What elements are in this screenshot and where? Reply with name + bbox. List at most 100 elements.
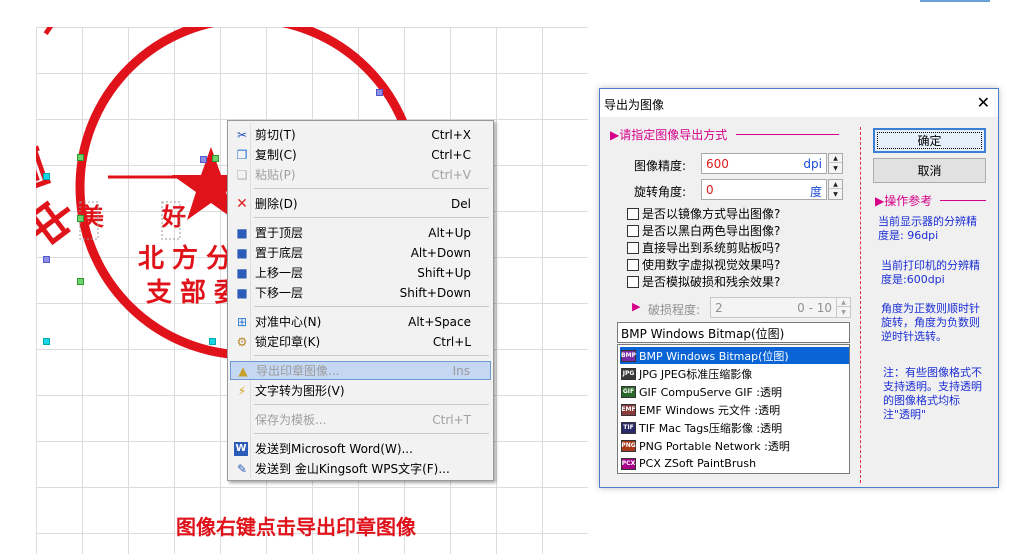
menu-item-move-up[interactable]: ■ 上移一层 Shift+Up bbox=[230, 263, 491, 282]
ok-button-label: 确定 bbox=[917, 134, 942, 148]
rotation-spinner[interactable]: ▲ ▼ bbox=[828, 179, 843, 200]
menu-item-send-to-word[interactable]: W 发送到Microsoft Word(W)... bbox=[230, 439, 491, 458]
format-select[interactable]: BMP Windows Bitmap(位图) bbox=[617, 322, 850, 343]
selection-handle[interactable] bbox=[43, 173, 50, 180]
screen: 中国共产主义青年 美好 北方分 支部委 图像右键点击导出印章图像 ✂ 剪切(T)… bbox=[0, 0, 1017, 554]
menu-item-save-template[interactable]: 保存为模板... Ctrl+T bbox=[230, 410, 491, 429]
menu-item-label: 删除(D) bbox=[255, 197, 298, 211]
format-option-label: TIF Mac Tags压缩影像 :透明 bbox=[639, 421, 783, 435]
spinner-up-icon[interactable]: ▲ bbox=[837, 298, 850, 307]
rotation-input[interactable]: 0 度 bbox=[701, 179, 827, 200]
spinner-up-icon[interactable]: ▲ bbox=[829, 154, 842, 163]
pcx-file-icon: PCX bbox=[621, 457, 636, 470]
format-option-pcx[interactable]: PCX PCX ZSoft PaintBrush bbox=[620, 455, 849, 472]
checkbox-box[interactable] bbox=[627, 258, 639, 271]
menu-separator bbox=[254, 306, 489, 307]
selection-handle[interactable] bbox=[209, 338, 216, 345]
format-option-png[interactable]: PNG PNG Portable Network :透明 bbox=[620, 437, 849, 454]
menu-item-align-center[interactable]: ⊞ 对准中心(N) Alt+Space bbox=[230, 312, 491, 331]
menu-item-label: 粘贴(P) bbox=[255, 168, 296, 182]
menu-item-label: 锁定印章(K) bbox=[255, 335, 321, 349]
gif-file-icon: GIF bbox=[621, 385, 636, 398]
format-option-bmp[interactable]: BMP BMP Windows Bitmap(位图) bbox=[620, 347, 849, 364]
close-icon[interactable]: ✕ bbox=[977, 93, 990, 112]
checkbox-clipboard[interactable]: 直接导出到系统剪贴板吗? bbox=[627, 239, 780, 256]
precision-spinner[interactable]: ▲ ▼ bbox=[828, 153, 843, 174]
menu-item-send-to-wps[interactable]: ✎ 发送到 金山Kingsoft WPS文字(F)... bbox=[230, 459, 491, 478]
screen-resolution-note: 当前显示器的分辨精度是: 96dpi bbox=[878, 215, 977, 242]
section-heading-reference: ▶操作参考 bbox=[875, 194, 933, 208]
selection-handle[interactable] bbox=[77, 154, 84, 161]
format-option-label: JPG JPEG标准压缩影像 bbox=[639, 367, 753, 381]
checkbox-mirror[interactable]: 是否以镜像方式导出图像? bbox=[627, 205, 780, 222]
spinner-down-icon[interactable]: ▼ bbox=[837, 308, 850, 317]
menu-item-delete[interactable]: ✕ 删除(D) Del bbox=[230, 194, 491, 213]
move-down-icon: ■ bbox=[236, 285, 248, 300]
format-option-label: GIF CompuServe GIF :透明 bbox=[639, 385, 783, 399]
selection-handle[interactable] bbox=[200, 156, 207, 163]
checkbox-box[interactable] bbox=[627, 275, 639, 288]
selection-handle[interactable] bbox=[43, 338, 50, 345]
format-option-tif[interactable]: TIF TIF Mac Tags压缩影像 :透明 bbox=[620, 419, 849, 436]
checkbox-virtual-effect[interactable]: 使用数字虚拟视觉效果吗? bbox=[627, 256, 780, 273]
jpg-file-icon: JPG bbox=[621, 367, 636, 380]
menu-item-lock-stamp[interactable]: ⚙ 锁定印章(K) Ctrl+L bbox=[230, 332, 491, 351]
text-to-shape-icon: ⚡ bbox=[237, 383, 247, 398]
menu-item-label: 上移一层 bbox=[255, 266, 304, 280]
menu-item-label: 导出印章图像... bbox=[256, 364, 340, 378]
selection-handle[interactable] bbox=[43, 256, 50, 263]
menu-item-bring-to-front[interactable]: ■ 置于顶层 Alt+Up bbox=[230, 223, 491, 242]
menu-item-label: 文字转为图形(V) bbox=[255, 384, 345, 398]
menu-item-paste[interactable]: ❏ 粘贴(P) Ctrl+V bbox=[230, 165, 491, 184]
menu-item-export-image[interactable]: ▲ 导出印章图像... Ins bbox=[230, 361, 491, 380]
checkbox-box[interactable] bbox=[627, 207, 639, 220]
format-option-label: PCX ZSoft PaintBrush bbox=[639, 457, 757, 470]
checkbox-box[interactable] bbox=[627, 224, 639, 237]
menu-item-shortcut: Ctrl+X bbox=[431, 127, 471, 142]
selection-handle[interactable] bbox=[376, 89, 383, 96]
selection-handle[interactable] bbox=[77, 278, 84, 285]
selection-handle[interactable] bbox=[212, 155, 219, 162]
format-option-label: EMF Windows 元文件 :透明 bbox=[639, 403, 781, 417]
format-select-value: BMP Windows Bitmap(位图) bbox=[621, 327, 785, 341]
ok-button[interactable]: 确定 bbox=[873, 128, 986, 153]
format-option-jpg[interactable]: JPG JPG JPEG标准压缩影像 bbox=[620, 365, 849, 382]
checkbox-black-white[interactable]: 是否以黑白两色导出图像? bbox=[627, 222, 780, 239]
menu-item-label: 发送到Microsoft Word(W)... bbox=[255, 442, 413, 456]
menu-item-text-to-shape[interactable]: ⚡ 文字转为图形(V) bbox=[230, 381, 491, 400]
format-option-gif[interactable]: GIF GIF CompuServe GIF :透明 bbox=[620, 383, 849, 400]
menu-item-shortcut: Ins bbox=[452, 363, 470, 378]
menu-item-cut[interactable]: ✂ 剪切(T) Ctrl+X bbox=[230, 125, 491, 144]
lock-icon: ⚙ bbox=[236, 334, 248, 349]
format-option-emf[interactable]: EMF EMF Windows 元文件 :透明 bbox=[620, 401, 849, 418]
damage-value: 2 bbox=[715, 301, 723, 315]
menu-item-move-down[interactable]: ■ 下移一层 Shift+Down bbox=[230, 283, 491, 302]
align-center-icon: ⊞ bbox=[236, 314, 248, 329]
selection-handle[interactable] bbox=[77, 215, 84, 222]
menu-item-label: 置于底层 bbox=[255, 246, 304, 260]
checkbox-box[interactable] bbox=[627, 241, 639, 254]
rotation-unit: 度 bbox=[809, 185, 822, 199]
menu-item-copy[interactable]: ❐ 复制(C) Ctrl+C bbox=[230, 145, 491, 164]
menu-item-shortcut: Alt+Up bbox=[428, 225, 471, 240]
menu-item-send-to-back[interactable]: ■ 置于底层 Alt+Down bbox=[230, 243, 491, 262]
precision-input[interactable]: 600 dpi bbox=[701, 153, 827, 174]
damage-spinner[interactable]: ▲ ▼ bbox=[836, 297, 851, 318]
instruction-caption: 图像右键点击导出印章图像 bbox=[176, 515, 416, 539]
menu-item-shortcut: Ctrl+T bbox=[432, 412, 471, 427]
damage-input[interactable]: 2 0 - 10 bbox=[710, 297, 837, 318]
menu-separator bbox=[254, 404, 489, 405]
checkbox-damage-effect[interactable]: 是否模拟破损和残余效果? bbox=[627, 273, 780, 290]
spinner-up-icon[interactable]: ▲ bbox=[829, 180, 842, 189]
section-rule bbox=[736, 134, 839, 135]
tif-file-icon: TIF bbox=[621, 421, 636, 434]
format-list[interactable]: BMP BMP Windows Bitmap(位图) JPG JPG JPEG标… bbox=[617, 344, 850, 474]
png-file-icon: PNG bbox=[621, 439, 636, 452]
spinner-down-icon[interactable]: ▼ bbox=[829, 164, 842, 173]
spinner-down-icon[interactable]: ▼ bbox=[829, 190, 842, 199]
checkbox-label: 直接导出到系统剪贴板吗? bbox=[642, 241, 781, 255]
menu-item-label: 保存为模板... bbox=[255, 413, 327, 427]
export-image-icon: ▲ bbox=[238, 363, 248, 378]
play-icon: ▶ bbox=[632, 300, 641, 313]
cancel-button[interactable]: 取消 bbox=[873, 158, 986, 183]
